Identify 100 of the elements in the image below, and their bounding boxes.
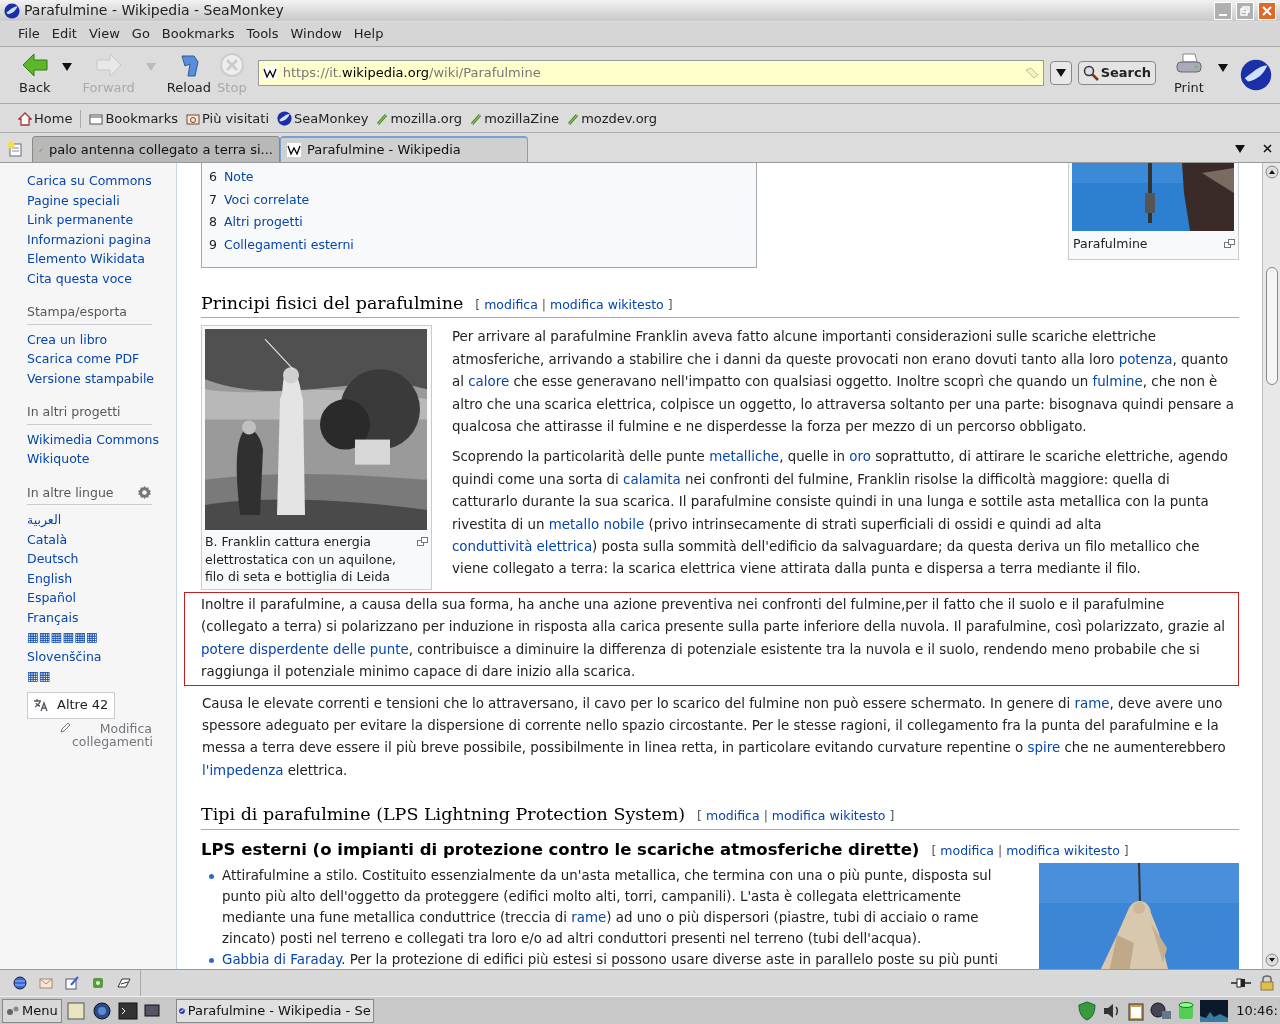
toc-link[interactable]: Altri progetti <box>223 211 303 234</box>
link[interactable]: rame <box>1074 695 1110 711</box>
storage-icon[interactable] <box>1178 1000 1195 1021</box>
start-menu-button[interactable]: Menu <box>2 998 62 1023</box>
link[interactable]: oro <box>849 449 871 465</box>
link[interactable]: spire <box>1027 740 1061 756</box>
bookmark-item[interactable]: Home <box>18 108 73 129</box>
toc-link[interactable]: Note <box>223 166 254 189</box>
sidebar-link[interactable]: English <box>27 568 170 588</box>
menu-item[interactable]: Tools <box>240 24 285 44</box>
composer-icon[interactable] <box>64 975 80 991</box>
address-book-icon[interactable] <box>116 975 132 991</box>
print-button[interactable]: Print <box>1173 52 1204 98</box>
menu-item[interactable]: Edit <box>45 24 83 44</box>
globe-icon[interactable] <box>12 975 28 991</box>
sidebar-link[interactable]: Elemento Wikidata <box>27 249 170 269</box>
edit-link[interactable]: modifica <box>706 805 760 828</box>
link[interactable]: potere disperdente delle punte <box>201 641 409 657</box>
sidebar-link[interactable]: Deutsch <box>27 549 170 569</box>
link[interactable]: conduttività elettrica <box>452 539 593 555</box>
throbber-icon[interactable] <box>1239 59 1272 91</box>
edit-link[interactable]: modifica wikitesto <box>771 805 886 828</box>
enlarge-icon[interactable] <box>417 537 428 547</box>
scroll-up-icon[interactable] <box>1264 165 1279 179</box>
toc-link[interactable]: Collegamenti esterni <box>223 233 354 257</box>
sidebar-link[interactable]: Wikimedia Commons <box>27 429 170 449</box>
app-icon <box>4 2 20 19</box>
edit-link[interactable]: modifica wikitesto <box>1006 839 1120 862</box>
search-button[interactable]: Search <box>1077 61 1156 85</box>
edit-link[interactable]: modifica <box>484 294 538 317</box>
menu-item[interactable]: Bookmarks <box>155 24 241 44</box>
bookmark-item[interactable]: Bookmarks <box>89 108 179 129</box>
link[interactable]: metalliche <box>709 449 780 465</box>
desktop-icon[interactable] <box>143 1003 160 1018</box>
bookmark-item[interactable]: mozdev.org <box>567 108 657 129</box>
bookmark-item[interactable]: mozilla.org <box>376 108 463 129</box>
edit-link[interactable]: modifica wikitesto <box>550 294 664 317</box>
menu-item[interactable]: Help <box>347 24 390 44</box>
edit-links-link[interactable]: Modifica collegamenti <box>72 721 152 748</box>
link[interactable]: rame <box>571 909 607 925</box>
files-icon[interactable] <box>65 1000 86 1021</box>
reload-button[interactable]: Reload <box>163 52 215 98</box>
more-languages-button[interactable]: Altre 42 <box>27 691 115 719</box>
dropdown-arrow-icon[interactable] <box>1217 64 1228 72</box>
link[interactable]: l'impedenza <box>202 762 284 778</box>
clipboard-icon[interactable] <box>1128 1000 1145 1021</box>
menu-item[interactable]: File <box>12 24 46 44</box>
link[interactable]: potenza <box>1118 351 1173 367</box>
sidebar-link[interactable]: Crea un libro <box>27 329 170 349</box>
settings-icon[interactable] <box>137 484 152 500</box>
connection-icon[interactable] <box>1230 977 1252 989</box>
terminal-icon[interactable] <box>117 1000 138 1021</box>
link[interactable]: calore <box>468 374 510 390</box>
edit-link[interactable]: modifica <box>940 839 994 862</box>
url-dropdown-button[interactable] <box>1049 61 1072 85</box>
sidebar-link[interactable]: ▦▦▦▦▦▦ <box>27 627 170 647</box>
enlarge-icon[interactable] <box>1224 239 1235 248</box>
tab[interactable]: Parafulmine - Wikipedia <box>280 136 528 162</box>
close-tab-icon[interactable] <box>1263 144 1272 153</box>
link[interactable]: metallo nobile <box>548 516 645 532</box>
link[interactable]: fulmine <box>1092 374 1143 390</box>
bookmark-item[interactable]: SeaMonkey <box>277 108 369 129</box>
menu-item[interactable]: View <box>82 24 126 44</box>
menu-item[interactable]: Go <box>125 24 156 44</box>
sidebar-link[interactable]: ▦▦ <box>27 666 170 686</box>
tab-list-icon[interactable] <box>1235 145 1245 153</box>
sidebar-link[interactable]: Informazioni pagina <box>27 229 170 249</box>
sidebar-link[interactable]: Carica su Commons <box>27 171 170 191</box>
cpu-graph-icon[interactable] <box>1200 999 1229 1022</box>
sidebar-link[interactable]: Scarica come PDF <box>27 349 170 369</box>
sidebar-link[interactable]: Link permanente <box>27 210 170 230</box>
sidebar-link[interactable]: Wikiquote <box>27 449 170 469</box>
taskbar-window-button[interactable]: Parafulmine - Wikipedia - Se <box>175 998 374 1023</box>
network-icon[interactable] <box>1150 1000 1173 1021</box>
sidebar-link[interactable]: Versione stampabile <box>27 368 170 388</box>
tab[interactable]: palo antenna collegato a terra si... <box>32 136 280 162</box>
sidebar-link[interactable]: Cita questa voce <box>27 268 170 288</box>
new-tab-icon[interactable] <box>6 141 24 157</box>
scrollbar-thumb[interactable] <box>1265 267 1278 385</box>
close-button[interactable] <box>1258 1 1276 20</box>
toc-number: 8 <box>209 213 217 232</box>
sidebar-link[interactable]: Español <box>27 588 170 608</box>
back-button[interactable]: Back <box>16 52 54 98</box>
bookmark-item[interactable]: mozillaZine <box>470 108 560 129</box>
link[interactable]: calamita <box>623 471 681 487</box>
scrollbar[interactable] <box>1262 163 1280 969</box>
chat-icon[interactable] <box>90 975 106 991</box>
address-field[interactable]: https://it.wikipedia.org/wiki/Parafulmine <box>257 60 1044 86</box>
sidebar-link[interactable]: Français <box>27 607 170 627</box>
bookmark-item[interactable]: Più visitati <box>186 108 270 129</box>
sidebar-link[interactable]: Català <box>27 529 170 549</box>
shield-icon[interactable] <box>1078 1000 1097 1021</box>
dropdown-arrow-icon[interactable] <box>61 63 72 71</box>
sidebar-link[interactable]: العربية <box>27 510 170 530</box>
menu-item[interactable]: Window <box>284 24 348 44</box>
toc-link[interactable]: Voci correlate <box>223 188 310 212</box>
sidebar-link[interactable]: Slovenščina <box>27 646 170 666</box>
globe-icon[interactable] <box>91 1000 112 1021</box>
scroll-down-icon[interactable] <box>1264 953 1279 967</box>
sidebar-link[interactable]: Pagine speciali <box>27 190 170 210</box>
